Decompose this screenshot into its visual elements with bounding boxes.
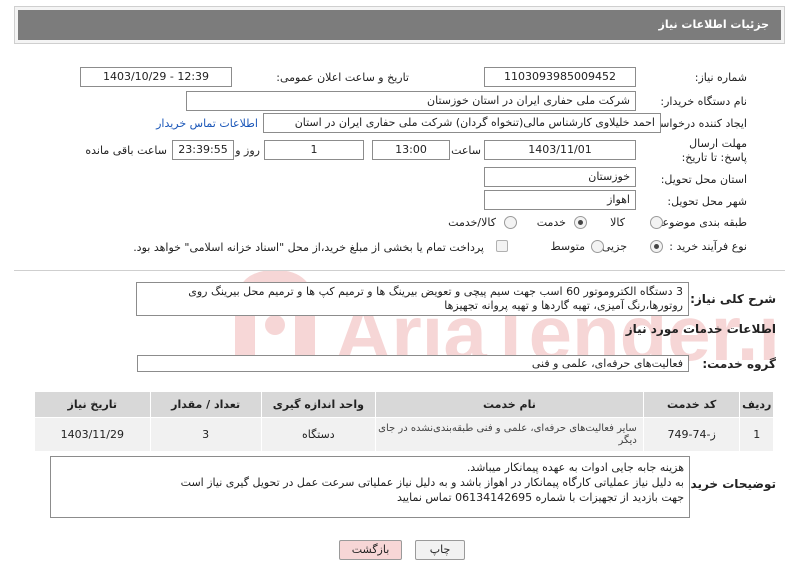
table-header-row: ردیف کد خدمت نام خدمت واحد اندازه گیری ت…: [34, 391, 774, 418]
col-unit: واحد اندازه گیری: [260, 391, 377, 418]
process-medium-radio[interactable]: [591, 240, 604, 253]
process-minor-label: جزیی: [601, 240, 627, 253]
cell-need-date: 1403/11/29: [34, 417, 151, 452]
need-summary-textarea[interactable]: 3 دستگاه الکتروموتور 60 اسب جهت سیم پیچی…: [136, 282, 689, 316]
page-title: جزئیات اطلاعات نیاز: [18, 10, 781, 40]
deadline-time-field: 13:00: [372, 140, 450, 160]
delivery-city-label: شهر محل تحویل:: [667, 195, 747, 208]
divider: [14, 270, 785, 271]
cell-unit: دستگاه: [260, 417, 377, 452]
col-service-code: کد خدمت: [642, 391, 741, 418]
days-label: روز و: [235, 144, 260, 157]
category-service-label: خدمت: [536, 216, 566, 229]
col-service-name: نام خدمت: [375, 391, 644, 418]
category-goods-radio[interactable]: [650, 216, 663, 229]
col-quantity: تعداد / مقدار: [149, 391, 262, 418]
need-summary-label: شرح کلی نیاز:: [690, 292, 776, 306]
services-table: ردیف کد خدمت نام خدمت واحد اندازه گیری ت…: [34, 391, 774, 452]
services-section-title: اطلاعات خدمات مورد نیاز: [625, 322, 776, 336]
process-minor-radio[interactable]: [650, 240, 663, 253]
process-medium-label: متوسط: [550, 240, 585, 253]
header-panel: جزئیات اطلاعات نیاز: [14, 6, 785, 44]
table-row: 1 ز-74-749 سایر فعالیت‌های حرفه‌ای، علمی…: [34, 417, 774, 452]
buyer-contact-link[interactable]: اطلاعات تماس خریدار: [156, 117, 258, 130]
request-creator-field: احمد خلیلاوی کارشناس مالی(تنخواه گردان) …: [263, 113, 661, 133]
process-type-label: نوع فرآیند خرید :: [669, 240, 747, 253]
time-remaining-field: 23:39:55: [172, 140, 234, 160]
need-number-label: شماره نیاز:: [694, 71, 747, 84]
service-group-label: گروه خدمت:: [702, 357, 776, 371]
cell-service-name: سایر فعالیت‌های حرفه‌ای، علمی و فنی طبقه…: [375, 417, 644, 452]
buyer-org-field: شرکت ملی حفاری ایران در استان خوزستان: [186, 91, 636, 111]
delivery-city-field: اهواز: [484, 190, 636, 210]
col-need-date: تاریخ نیاز: [34, 391, 151, 418]
cell-row-number: 1: [739, 417, 774, 452]
cell-quantity: 3: [149, 417, 262, 452]
announce-datetime-field: 1403/10/29 - 12:39: [80, 67, 232, 87]
deadline-time-label: ساعت: [451, 144, 481, 157]
category-goods-service-radio[interactable]: [504, 216, 517, 229]
service-group-field: فعالیت‌های حرفه‌ای، علمی و فنی: [137, 355, 689, 372]
treasury-payment-note: پرداخت تمام یا بخشی از مبلغ خرید،از محل …: [133, 241, 484, 254]
buyer-notes-line: جهت بازدید از تجهیزات با شماره 061341426…: [396, 491, 684, 504]
buyer-notes-textarea[interactable]: هزینه جابه جایی ادوات به عهده پیمانکار م…: [50, 456, 690, 518]
days-remaining-field: 1: [264, 140, 364, 160]
category-goods-service-label: کالا/خدمت: [448, 216, 496, 229]
category-goods-label: کالا: [610, 216, 625, 229]
need-number-field: 1103093985009452: [484, 67, 636, 87]
delivery-province-field: خوزستان: [484, 167, 636, 187]
announce-datetime-label: تاریخ و ساعت اعلان عمومی:: [276, 71, 409, 84]
category-label: طبقه بندی موضوعی:: [649, 216, 747, 229]
deadline-date-field: 1403/11/01: [484, 140, 636, 160]
cell-service-code: ز-74-749: [642, 417, 741, 452]
deadline-label: مهلت ارسال پاسخ: تا تاریخ:: [681, 137, 747, 164]
buyer-notes-line: هزینه جابه جایی ادوات به عهده پیمانکار م…: [466, 461, 684, 474]
buyer-org-label: نام دستگاه خریدار:: [660, 95, 747, 108]
treasury-payment-checkbox[interactable]: [496, 240, 508, 252]
print-button[interactable]: چاپ: [415, 540, 465, 560]
time-remaining-label: ساعت باقی مانده: [85, 144, 167, 157]
delivery-province-label: استان محل تحویل:: [660, 173, 747, 186]
category-service-radio[interactable]: [574, 216, 587, 229]
back-button[interactable]: بازگشت: [339, 540, 402, 560]
buyer-notes-line: به دلیل نیاز عملیاتی کارگاه پیمانکار در …: [180, 476, 684, 489]
col-row-number: ردیف: [739, 391, 774, 418]
